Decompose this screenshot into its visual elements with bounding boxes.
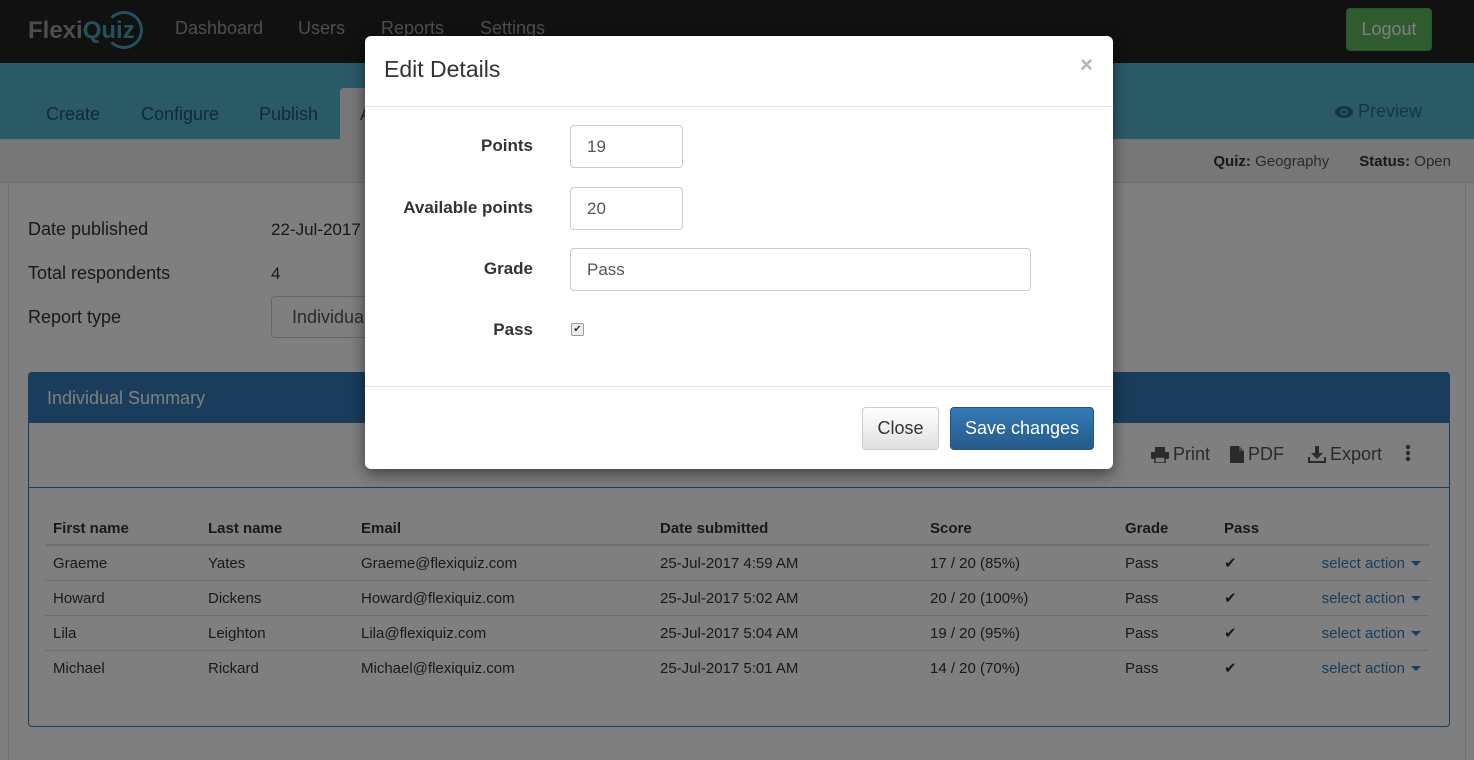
modal-title: Edit Details: [384, 56, 501, 82]
available-points-input[interactable]: [570, 187, 683, 230]
points-label: Points: [481, 136, 533, 155]
modal-header: Edit Details ×: [365, 36, 1113, 107]
pass-label: Pass: [493, 320, 533, 339]
close-icon[interactable]: ×: [1080, 52, 1093, 78]
points-input[interactable]: [570, 125, 683, 168]
modal-footer: Close Save changes: [365, 386, 1113, 469]
edit-details-modal: Edit Details × Points Available points G…: [365, 36, 1113, 469]
close-button[interactable]: Close: [862, 407, 939, 450]
save-changes-button[interactable]: Save changes: [950, 407, 1094, 450]
available-points-label: Available points: [403, 198, 533, 217]
grade-input[interactable]: [570, 248, 1031, 291]
pass-checkbox[interactable]: ✔: [571, 323, 584, 336]
grade-label: Grade: [483, 259, 533, 278]
